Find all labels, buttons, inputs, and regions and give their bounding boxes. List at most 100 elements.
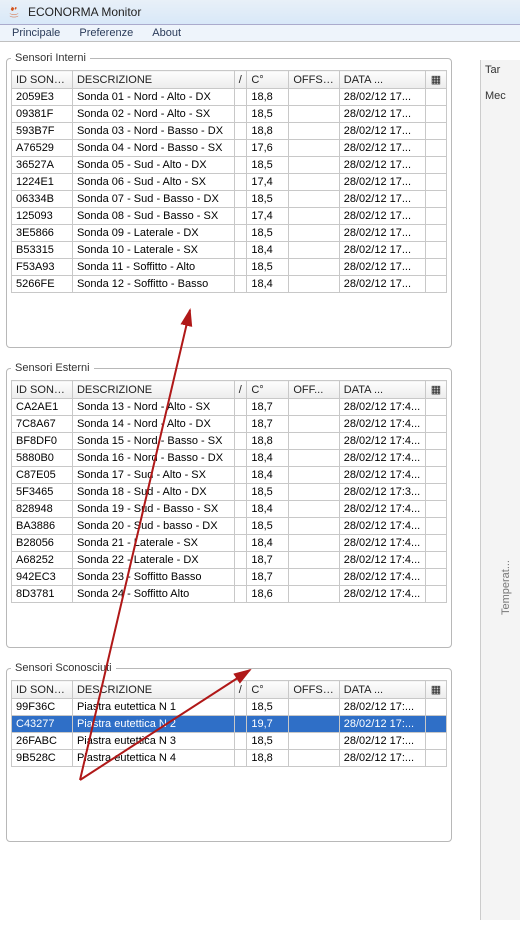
col-desc[interactable]: DESCRIZIONE bbox=[72, 71, 234, 89]
cell-offset bbox=[289, 552, 339, 569]
cell-offset bbox=[289, 259, 339, 276]
table-row[interactable]: 1224E1Sonda 06 - Sud - Alto - SX17,428/0… bbox=[12, 174, 447, 191]
col-id[interactable]: ID SONDA bbox=[12, 71, 73, 89]
cell-desc: Sonda 24 - Soffitto Alto bbox=[72, 586, 234, 603]
table-row[interactable]: 09381FSonda 02 - Nord - Alto - SX18,528/… bbox=[12, 106, 447, 123]
cell-menu bbox=[425, 484, 446, 501]
cell-sort bbox=[234, 208, 247, 225]
cell-temp: 18,7 bbox=[247, 552, 289, 569]
cell-sort bbox=[234, 191, 247, 208]
cell-data: 28/02/12 17... bbox=[339, 89, 425, 106]
cell-id: A76529 bbox=[12, 140, 73, 157]
cell-menu bbox=[425, 733, 446, 750]
cell-offset bbox=[289, 535, 339, 552]
col-data[interactable]: DATA ... bbox=[339, 681, 425, 699]
col-desc[interactable]: DESCRIZIONE bbox=[72, 381, 234, 399]
table-row[interactable]: 593B7FSonda 03 - Nord - Basso - DX18,828… bbox=[12, 123, 447, 140]
table-row[interactable]: B28056Sonda 21 - Laterale - SX18,428/02/… bbox=[12, 535, 447, 552]
col-temp[interactable]: C° bbox=[247, 381, 289, 399]
table-row[interactable]: 5880B0Sonda 16 - Nord - Basso - DX18,428… bbox=[12, 450, 447, 467]
table-row[interactable]: 5F3465Sonda 18 - Sud - Alto - DX18,528/0… bbox=[12, 484, 447, 501]
col-menu-button[interactable]: ▦ bbox=[425, 381, 446, 399]
col-temp[interactable]: C° bbox=[247, 71, 289, 89]
table-row[interactable]: 26FABCPiastra eutettica N 318,528/02/12 … bbox=[12, 733, 447, 750]
cell-offset bbox=[289, 750, 339, 767]
cell-temp: 18,7 bbox=[247, 416, 289, 433]
col-sort[interactable]: / bbox=[234, 71, 247, 89]
cell-temp: 17,6 bbox=[247, 140, 289, 157]
table-row[interactable]: 5266FESonda 12 - Soffitto - Basso18,428/… bbox=[12, 276, 447, 293]
cell-temp: 18,4 bbox=[247, 535, 289, 552]
table-row[interactable]: 9B528CPiastra eutettica N 418,828/02/12 … bbox=[12, 750, 447, 767]
table-row[interactable]: 8D3781Sonda 24 - Soffitto Alto18,628/02/… bbox=[12, 586, 447, 603]
table-row[interactable]: F53A93Sonda 11 - Soffitto - Alto18,528/0… bbox=[12, 259, 447, 276]
col-offset[interactable]: OFFSET bbox=[289, 681, 339, 699]
col-menu-button[interactable]: ▦ bbox=[425, 681, 446, 699]
legend-interni: Sensori Interni bbox=[11, 52, 90, 64]
table-esterni[interactable]: ID SONDA DESCRIZIONE / C° OFF... DATA ..… bbox=[11, 380, 447, 603]
cell-offset bbox=[289, 733, 339, 750]
table-interni[interactable]: ID SONDA DESCRIZIONE / C° OFFSET DATA ..… bbox=[11, 70, 447, 293]
cell-menu bbox=[425, 535, 446, 552]
cell-menu bbox=[425, 416, 446, 433]
table-header-row: ID SONDA DESCRIZIONE / C° OFFSET DATA ..… bbox=[12, 71, 447, 89]
table-row[interactable]: C43277Piastra eutettica N 219,728/02/12 … bbox=[12, 716, 447, 733]
table-row[interactable]: 828948Sonda 19 - Sud - Basso - SX18,428/… bbox=[12, 501, 447, 518]
cell-sort bbox=[234, 433, 247, 450]
cell-menu bbox=[425, 501, 446, 518]
table-row[interactable]: 125093Sonda 08 - Sud - Basso - SX17,428/… bbox=[12, 208, 447, 225]
cell-menu bbox=[425, 552, 446, 569]
cell-sort bbox=[234, 535, 247, 552]
cell-offset bbox=[289, 157, 339, 174]
table-row[interactable]: 99F36CPiastra eutettica N 118,528/02/12 … bbox=[12, 699, 447, 716]
cell-sort bbox=[234, 484, 247, 501]
table-row[interactable]: CA2AE1Sonda 13 - Nord - Alto - SX18,728/… bbox=[12, 399, 447, 416]
table-row[interactable]: 2059E3Sonda 01 - Nord - Alto - DX18,828/… bbox=[12, 89, 447, 106]
cell-menu bbox=[425, 716, 446, 733]
cell-sort bbox=[234, 569, 247, 586]
table-row[interactable]: 3E5866Sonda 09 - Laterale - DX18,528/02/… bbox=[12, 225, 447, 242]
col-offset[interactable]: OFF... bbox=[289, 381, 339, 399]
col-sort[interactable]: / bbox=[234, 381, 247, 399]
right-label-2: Mec bbox=[485, 90, 520, 102]
table-row[interactable]: BA3886Sonda 20 - Sud - basso - DX18,528/… bbox=[12, 518, 447, 535]
table-row[interactable]: A76529Sonda 04 - Nord - Basso - SX17,628… bbox=[12, 140, 447, 157]
col-id[interactable]: ID SONDA bbox=[12, 681, 73, 699]
cell-desc: Sonda 08 - Sud - Basso - SX bbox=[72, 208, 234, 225]
col-sort[interactable]: / bbox=[234, 681, 247, 699]
cell-temp: 18,8 bbox=[247, 750, 289, 767]
table-row[interactable]: A68252Sonda 22 - Laterale - DX18,728/02/… bbox=[12, 552, 447, 569]
col-temp[interactable]: C° bbox=[247, 681, 289, 699]
table-row[interactable]: BF8DF0Sonda 15 - Nord - Basso - SX18,828… bbox=[12, 433, 447, 450]
cell-data: 28/02/12 17... bbox=[339, 157, 425, 174]
table-row[interactable]: C87E05Sonda 17 - Sud - Alto - SX18,428/0… bbox=[12, 467, 447, 484]
cell-offset bbox=[289, 191, 339, 208]
cell-desc: Piastra eutettica N 3 bbox=[72, 733, 234, 750]
cell-sort bbox=[234, 586, 247, 603]
col-data[interactable]: DATA ... bbox=[339, 381, 425, 399]
cell-sort bbox=[234, 106, 247, 123]
menu-preferenze[interactable]: Preferenze bbox=[71, 25, 141, 41]
table-row[interactable]: 36527ASonda 05 - Sud - Alto - DX18,528/0… bbox=[12, 157, 447, 174]
cell-menu bbox=[425, 123, 446, 140]
table-sconosciuti[interactable]: ID SONDA DESCRIZIONE / C° OFFSET DATA ..… bbox=[11, 680, 447, 767]
menu-about[interactable]: About bbox=[144, 25, 189, 41]
cell-temp: 18,5 bbox=[247, 518, 289, 535]
cell-data: 28/02/12 17:4... bbox=[339, 501, 425, 518]
table-row[interactable]: B53315Sonda 10 - Laterale - SX18,428/02/… bbox=[12, 242, 447, 259]
col-id[interactable]: ID SONDA bbox=[12, 381, 73, 399]
table-row[interactable]: 06334BSonda 07 - Sud - Basso - DX18,528/… bbox=[12, 191, 447, 208]
col-offset[interactable]: OFFSET bbox=[289, 71, 339, 89]
col-desc[interactable]: DESCRIZIONE bbox=[72, 681, 234, 699]
cell-temp: 17,4 bbox=[247, 174, 289, 191]
cell-temp: 18,4 bbox=[247, 501, 289, 518]
table-row[interactable]: 942EC3Sonda 23 - Soffitto Basso18,728/02… bbox=[12, 569, 447, 586]
col-data[interactable]: DATA ... bbox=[339, 71, 425, 89]
cell-data: 28/02/12 17:4... bbox=[339, 450, 425, 467]
table-row[interactable]: 7C8A67Sonda 14 - Nord - Alto - DX18,728/… bbox=[12, 416, 447, 433]
cell-data: 28/02/12 17:4... bbox=[339, 535, 425, 552]
cell-sort bbox=[234, 276, 247, 293]
col-menu-button[interactable]: ▦ bbox=[425, 71, 446, 89]
cell-data: 28/02/12 17... bbox=[339, 123, 425, 140]
menu-principale[interactable]: Principale bbox=[4, 25, 68, 41]
